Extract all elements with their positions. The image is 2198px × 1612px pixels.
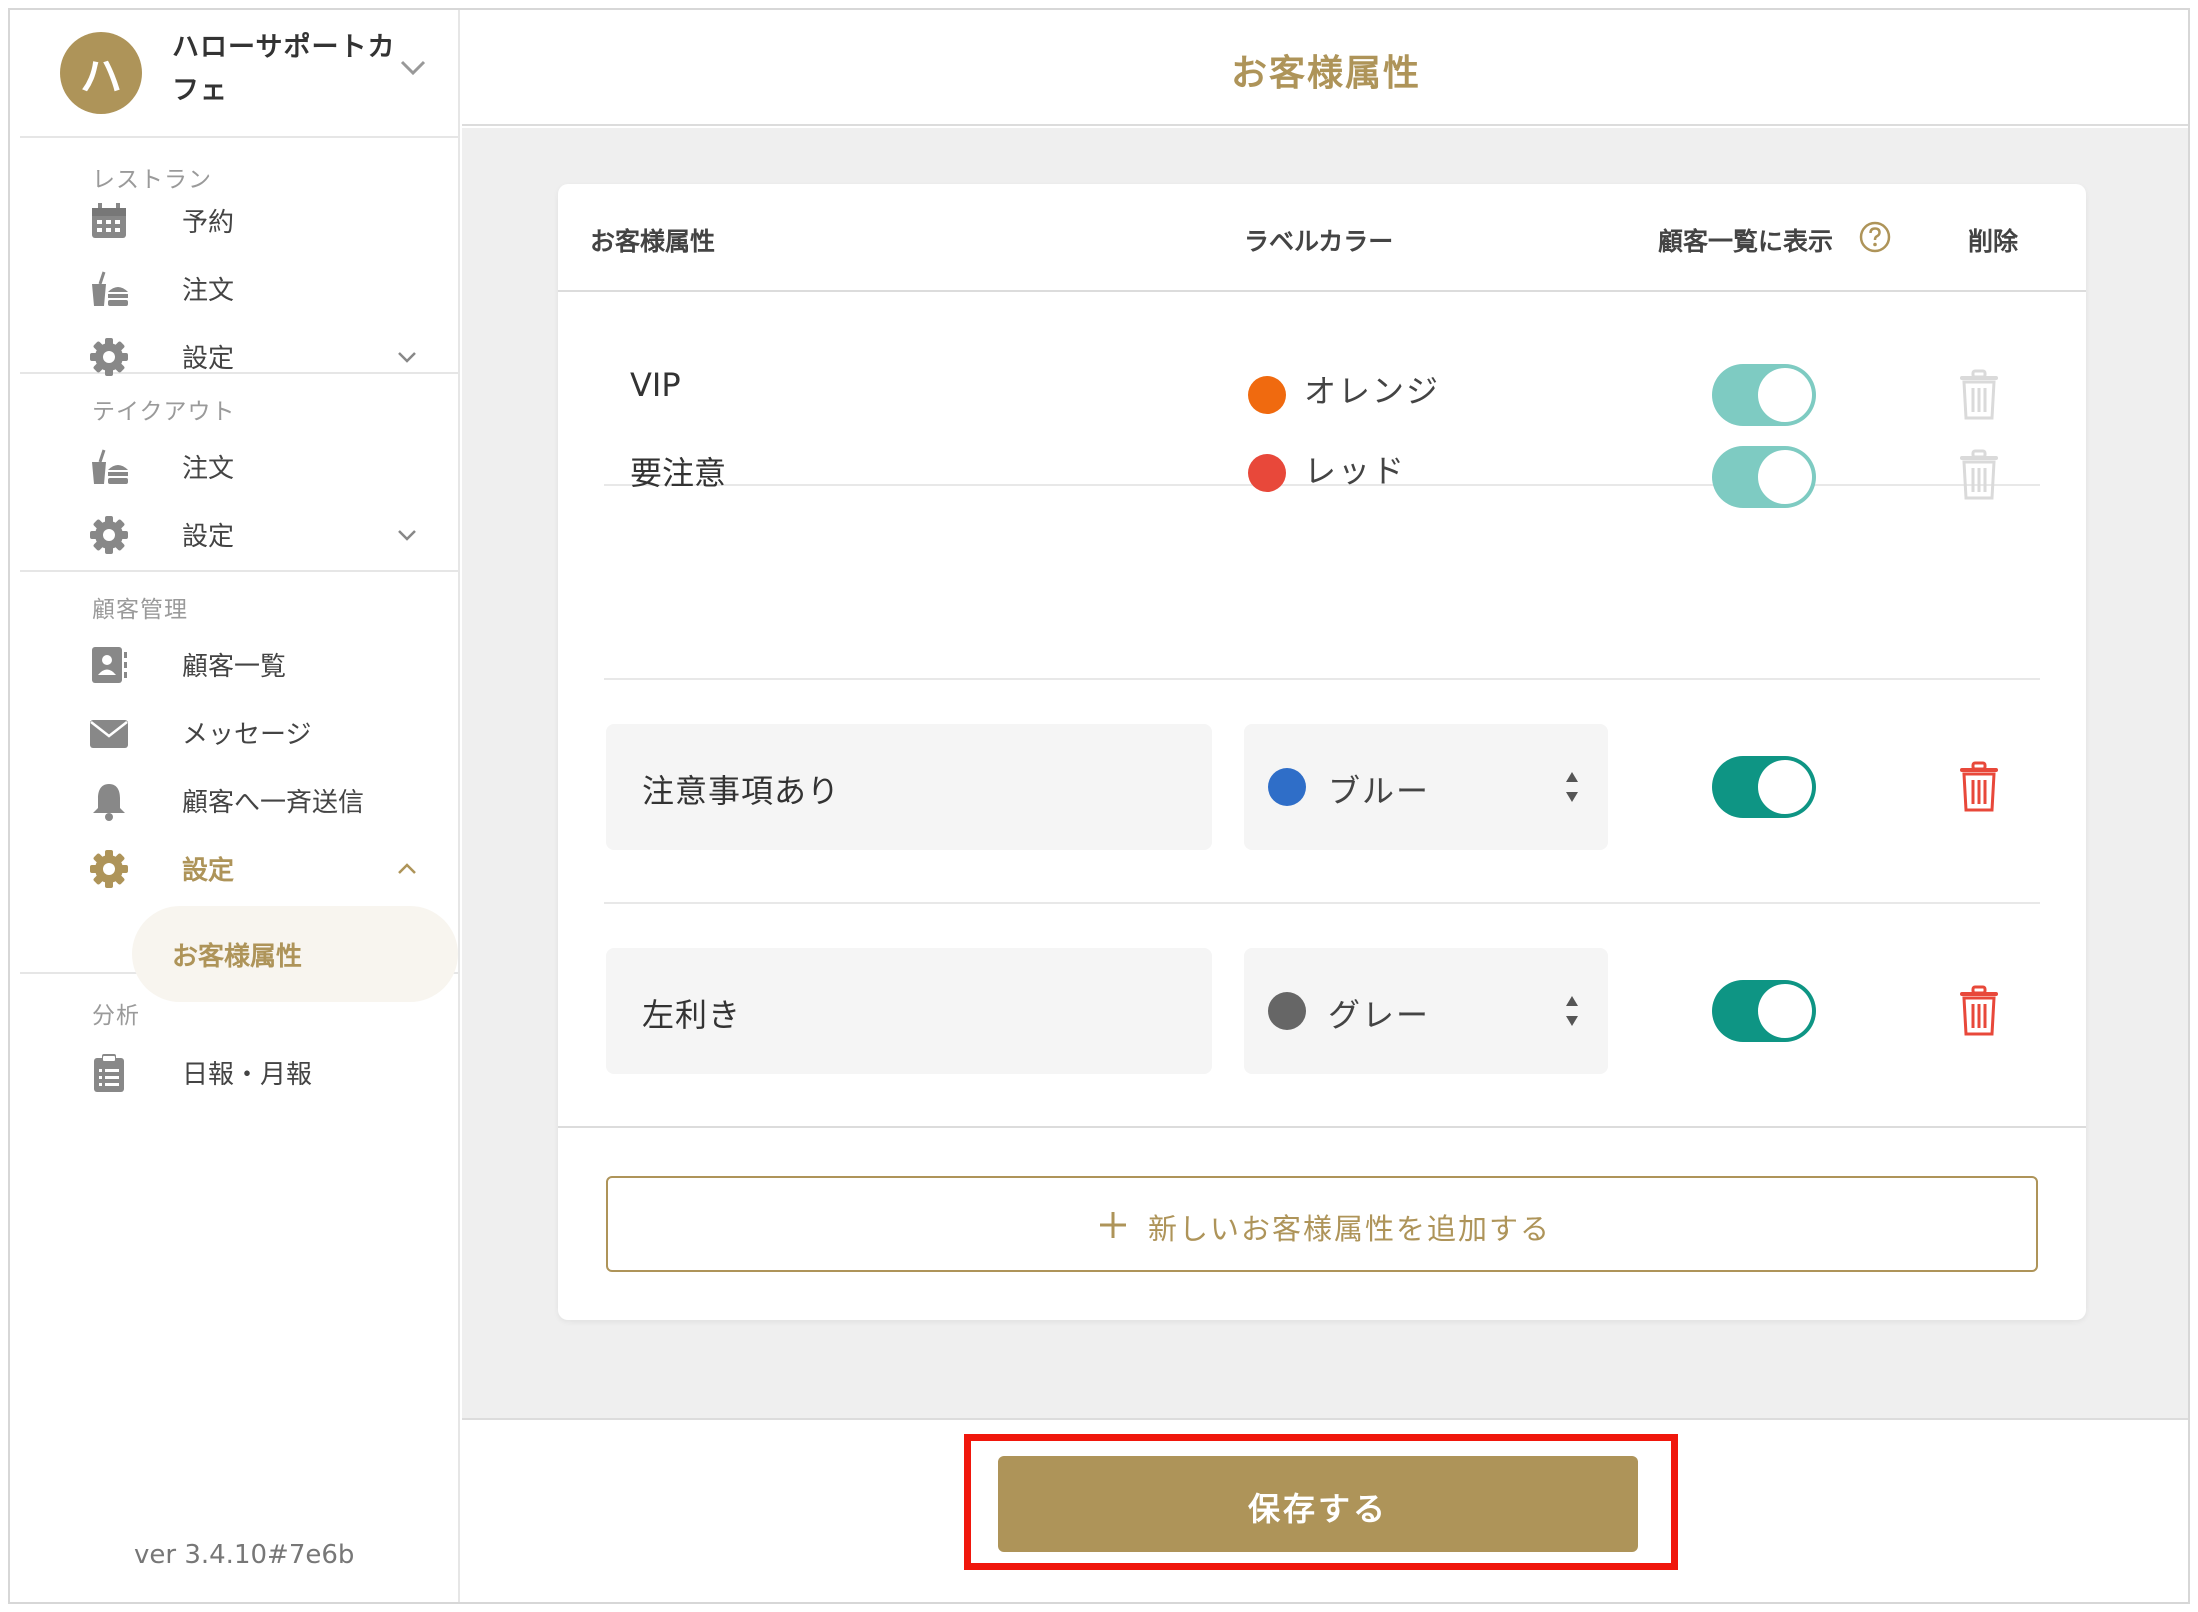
sidebar-section-restaurant: レストラン 予約 注文 設定 <box>20 140 460 376</box>
label-color-swatch <box>1268 768 1306 806</box>
sidebar-section-customer: 顧客管理 顧客一覧 メッセージ 顧客へ一斉送信 設定 お客様属性 <box>20 572 460 1002</box>
avatar: ハ <box>60 32 142 114</box>
section-title: 顧客管理 <box>92 597 188 623</box>
attribute-name-input[interactable]: 左利き <box>606 948 1212 1074</box>
store-switcher[interactable]: ハ ハローサポートカフェ <box>20 10 460 138</box>
column-header-label-color: ラベルカラー <box>1244 227 1394 256</box>
gear-icon <box>90 338 128 376</box>
sidebar-subitem-label: お客様属性 <box>172 942 303 972</box>
label-color-swatch <box>1268 992 1306 1030</box>
label-color-name: ブルー <box>1328 772 1431 810</box>
sidebar-item-customer-settings[interactable]: 設定 <box>20 828 460 908</box>
sidebar-section-takeout: テイクアウト 注文 設定 <box>20 374 460 572</box>
label-color-select[interactable]: ブルー <box>1244 724 1608 850</box>
sidebar-item-label: 設定 <box>182 344 235 374</box>
sidebar: ハ ハローサポートカフェ レストラン 予約 注文 設定 テイクアウト 注文 設定… <box>10 10 460 1602</box>
help-icon[interactable] <box>1858 220 1892 254</box>
calendar-icon <box>92 203 126 238</box>
takeout-icon <box>92 271 128 306</box>
trash-icon[interactable] <box>1956 984 2002 1038</box>
chevron-down-icon <box>400 60 426 76</box>
attribute-name: VIP <box>630 366 681 404</box>
contact-card-icon <box>92 647 127 683</box>
save-button[interactable]: 保存する <box>998 1456 1638 1552</box>
sidebar-item-label: 設定 <box>182 522 235 552</box>
save-button-label: 保存する <box>1247 1491 1388 1527</box>
main-content: お客様属性 お客様属性 ラベルカラー 顧客一覧に表示 削除 VIP オレンジ 要… <box>462 10 2188 1602</box>
store-name: ハローサポートカフェ <box>172 32 396 106</box>
chevron-down-icon <box>398 530 416 541</box>
sidebar-item-label: メッセージ <box>182 720 312 750</box>
add-attribute-button[interactable]: 新しいお客様属性を追加する <box>606 1176 2038 1272</box>
column-header-delete: 削除 <box>1968 227 2019 256</box>
chevron-up-icon <box>398 863 416 874</box>
gear-icon <box>90 850 128 888</box>
attribute-name: 要注意 <box>630 454 727 492</box>
attribute-name-value: 左利き <box>642 996 742 1034</box>
select-arrows-icon <box>1566 996 1578 1026</box>
label-color-name: レッド <box>1304 452 1407 490</box>
envelope-icon <box>90 720 128 748</box>
chevron-down-icon <box>398 352 416 363</box>
show-in-list-toggle[interactable] <box>1712 980 1816 1042</box>
sidebar-item-label: 注文 <box>182 276 235 306</box>
sidebar-item-reports[interactable]: 日報・月報 <box>20 1032 460 1112</box>
trash-icon <box>1960 449 1998 500</box>
sidebar-item-label: 注文 <box>182 454 235 484</box>
label-color-name: オレンジ <box>1304 372 1441 410</box>
label-color-select[interactable]: グレー <box>1244 948 1608 1074</box>
footer-bar: 保存する <box>462 1418 2188 1602</box>
app-window: ハ ハローサポートカフェ レストラン 予約 注文 設定 テイクアウト 注文 設定… <box>8 8 2190 1604</box>
show-in-list-toggle[interactable] <box>1712 756 1816 818</box>
row-divider <box>604 678 2040 680</box>
sidebar-item-label: 予約 <box>182 208 235 238</box>
column-header-attribute: お客様属性 <box>590 227 716 256</box>
attributes-table-card: お客様属性 ラベルカラー 顧客一覧に表示 削除 VIP オレンジ 要注意 レッド… <box>558 184 2086 1320</box>
select-arrows-icon <box>1566 772 1578 802</box>
section-title: テイクアウト <box>92 399 236 425</box>
takeout-icon <box>92 449 128 484</box>
trash-icon[interactable] <box>1956 760 2002 814</box>
attribute-name-value: 注意事項あり <box>642 772 841 810</box>
gear-icon <box>90 516 128 554</box>
app-version: ver 3.4.10#7e6b <box>134 1540 355 1570</box>
clipboard-icon <box>94 1054 124 1092</box>
label-color-swatch <box>1248 376 1286 414</box>
bell-icon <box>93 784 125 821</box>
sidebar-item-takeout-settings[interactable]: 設定 <box>20 494 460 574</box>
header-divider <box>558 290 2086 292</box>
sidebar-section-analytics: 分析 日報・月報 <box>20 976 460 1136</box>
label-color-name: グレー <box>1328 996 1431 1034</box>
page-header: お客様属性 <box>462 10 2188 126</box>
show-in-list-toggle[interactable] <box>1712 446 1816 508</box>
sidebar-item-label: 顧客一覧 <box>182 652 287 682</box>
show-in-list-toggle[interactable] <box>1712 364 1816 426</box>
sidebar-item-label: 設定 <box>182 856 235 886</box>
column-header-show-in-list: 顧客一覧に表示 <box>1658 227 1834 256</box>
plus-icon <box>1100 1212 1126 1238</box>
row-divider <box>604 902 2040 904</box>
page-title: お客様属性 <box>1230 53 1421 94</box>
sidebar-item-label: 顧客へ一斉送信 <box>182 788 365 818</box>
add-attribute-label: 新しいお客様属性を追加する <box>1148 1214 1552 1246</box>
sidebar-item-label: 日報・月報 <box>182 1060 313 1090</box>
section-title: 分析 <box>92 1003 140 1029</box>
trash-icon <box>1960 369 1998 420</box>
label-color-swatch <box>1248 454 1286 492</box>
content-area: お客様属性 ラベルカラー 顧客一覧に表示 削除 VIP オレンジ 要注意 レッド… <box>462 128 2188 1418</box>
attribute-name-input[interactable]: 注意事項あり <box>606 724 1212 850</box>
table-footer-divider <box>558 1126 2086 1128</box>
